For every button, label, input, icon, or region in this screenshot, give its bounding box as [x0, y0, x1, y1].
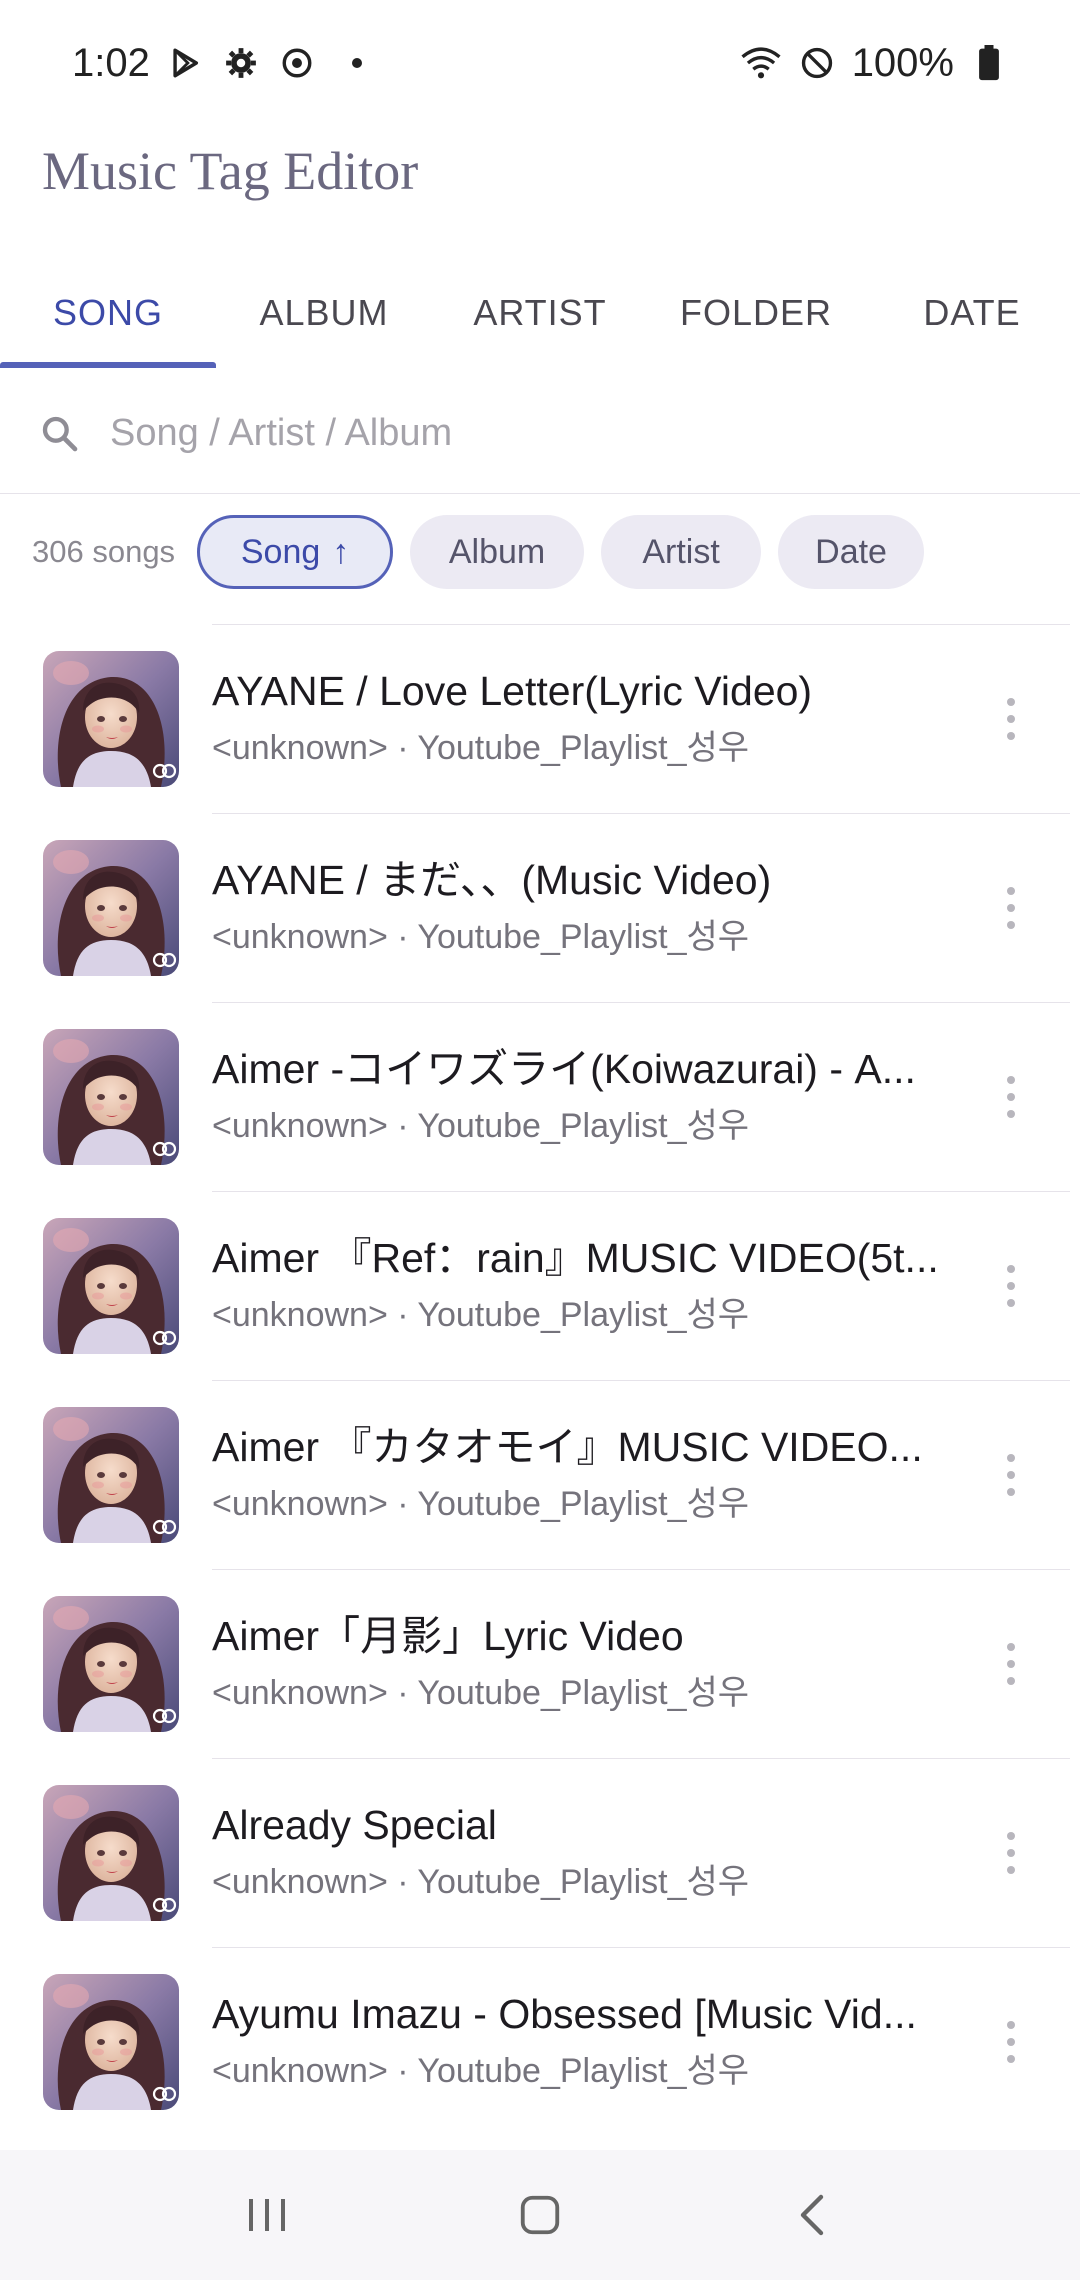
tab-album[interactable]: ALBUM [216, 258, 432, 368]
sort-filter-row: 306 songs Song ↑ Album Artist Date [0, 512, 1080, 592]
sort-chip-date[interactable]: Date [778, 515, 925, 589]
album-art [43, 1029, 179, 1165]
more-options-icon[interactable] [985, 1068, 1037, 1126]
sort-chip-artist[interactable]: Artist [601, 515, 762, 589]
song-subtitle: <unknown> · Youtube_Playlist_성우 [212, 918, 750, 956]
sort-chip-song[interactable]: Song ↑ [197, 515, 394, 589]
song-subtitle: <unknown> · Youtube_Playlist_성우 [212, 729, 750, 767]
song-subtitle: <unknown> · Youtube_Playlist_성우 [212, 1674, 750, 1712]
song-row[interactable]: Aimer「月影」Lyric Video <unknown> · Youtube… [0, 1569, 1080, 1758]
song-row[interactable]: Ayumu Imazu - Obsessed [Music Vid... <un… [0, 1947, 1080, 2136]
gear-icon [220, 42, 262, 84]
song-subtitle: <unknown> · Youtube_Playlist_성우 [212, 1863, 750, 1901]
sort-chip-label: Song [240, 532, 321, 571]
tab-song[interactable]: SONG [0, 258, 216, 368]
song-row[interactable]: Already Special <unknown> · Youtube_Play… [0, 1758, 1080, 1947]
song-row[interactable]: Aimer 『カタオモイ』MUSIC VIDEO... <unknown> · … [0, 1380, 1080, 1569]
search-icon [40, 414, 80, 454]
system-nav-bar [0, 2150, 1080, 2280]
app-title: Music Tag Editor [42, 141, 419, 201]
status-bar: 1:02 100% [0, 0, 1080, 126]
more-options-icon[interactable] [985, 879, 1037, 937]
song-title: Aimer 『カタオモイ』MUSIC VIDEO... [212, 1424, 923, 1470]
clock: 1:02 [72, 40, 150, 85]
wifi-icon [740, 42, 782, 84]
home-icon[interactable] [500, 2175, 580, 2255]
tab-date[interactable]: DATE [864, 258, 1080, 368]
album-art [43, 1785, 179, 1921]
album-art [43, 1218, 179, 1354]
song-title: Aimer「月影」Lyric Video [212, 1613, 684, 1659]
song-list: AYANE / Love Letter(Lyric Video) <unknow… [0, 624, 1080, 2136]
sync-icon [276, 42, 318, 84]
tab-bar: SONG ALBUM ARTIST FOLDER DATE [0, 258, 1080, 368]
more-options-icon[interactable] [985, 2013, 1037, 2071]
song-title: AYANE / Love Letter(Lyric Video) [212, 668, 813, 714]
more-options-icon[interactable] [985, 690, 1037, 748]
album-art [43, 1596, 179, 1732]
song-title: Already Special [212, 1802, 497, 1848]
album-art [43, 840, 179, 976]
search-bar [0, 374, 1080, 494]
album-art [43, 1407, 179, 1543]
song-count: 306 songs [32, 534, 176, 569]
app-root: 1:02 100% Music Tag Editor SONG ALBUM AR… [0, 0, 1080, 2280]
song-subtitle: <unknown> · Youtube_Playlist_성우 [212, 2052, 750, 2090]
dnd-icon [796, 42, 838, 84]
tab-artist[interactable]: ARTIST [432, 258, 648, 368]
sort-chip-album[interactable]: Album [410, 515, 585, 589]
song-subtitle: <unknown> · Youtube_Playlist_성우 [212, 1107, 750, 1145]
album-art [43, 1974, 179, 2110]
song-row[interactable]: AYANE / まだ、、(Music Video) <unknown> · Yo… [0, 813, 1080, 1002]
song-row[interactable]: AYANE / Love Letter(Lyric Video) <unknow… [0, 624, 1080, 813]
recents-icon[interactable] [227, 2175, 307, 2255]
back-icon[interactable] [773, 2175, 853, 2255]
song-title: Ayumu Imazu - Obsessed [Music Vid... [212, 1991, 917, 2037]
tab-folder[interactable]: FOLDER [648, 258, 864, 368]
sort-ascending-icon: ↑ [332, 532, 350, 571]
song-row[interactable]: Aimer 『Ref：rain』MUSIC VIDEO(5t... <unkno… [0, 1191, 1080, 1380]
battery-percent: 100% [851, 40, 954, 85]
battery-icon [968, 42, 1010, 84]
more-options-icon[interactable] [985, 1824, 1037, 1882]
play-store-icon [164, 42, 206, 84]
album-art [43, 651, 179, 787]
more-options-icon[interactable] [985, 1446, 1037, 1504]
search-input[interactable] [110, 412, 1010, 455]
song-row[interactable]: Aimer -コイワズライ(Koiwazurai) - A... <unknow… [0, 1002, 1080, 1191]
song-title: Aimer -コイワズライ(Koiwazurai) - A... [212, 1046, 916, 1092]
more-options-icon[interactable] [985, 1257, 1037, 1315]
more-options-icon[interactable] [985, 1635, 1037, 1693]
song-subtitle: <unknown> · Youtube_Playlist_성우 [212, 1485, 750, 1523]
song-subtitle: <unknown> · Youtube_Playlist_성우 [212, 1296, 750, 1334]
song-title: AYANE / まだ、、(Music Video) [212, 857, 772, 903]
song-title: Aimer 『Ref：rain』MUSIC VIDEO(5t... [212, 1235, 939, 1281]
dot-icon [351, 58, 362, 68]
